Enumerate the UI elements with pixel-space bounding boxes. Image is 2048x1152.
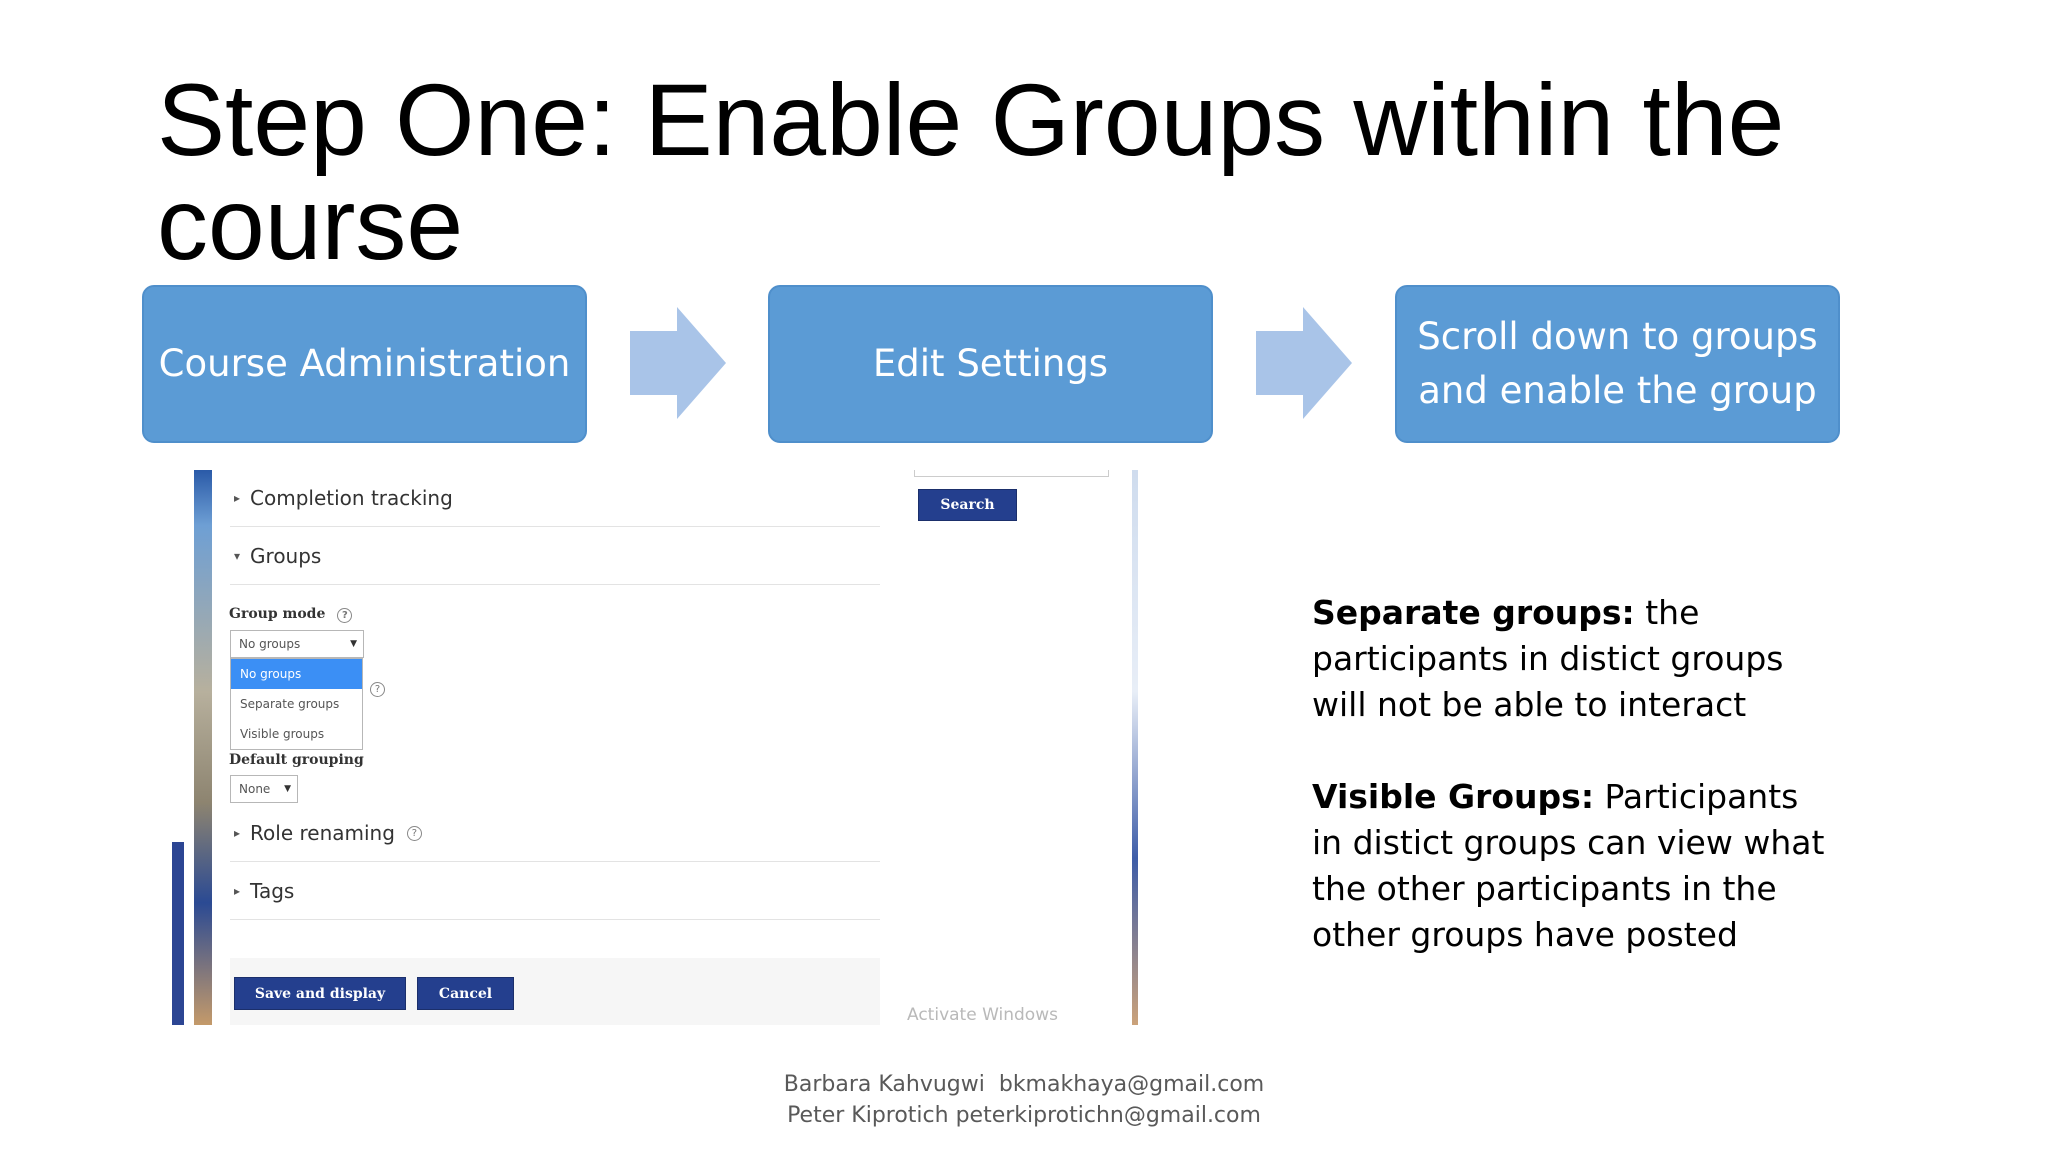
step-edit-settings: Edit Settings xyxy=(768,285,1213,443)
section-label: Completion tracking xyxy=(250,486,453,510)
section-role-renaming[interactable]: ▸ Role renaming ? xyxy=(230,805,880,862)
default-grouping-label: Default grouping xyxy=(229,752,364,768)
activate-windows-watermark: Activate Windows xyxy=(907,1005,1058,1025)
help-circle-icon[interactable]: ? xyxy=(370,682,385,697)
help-circle-icon[interactable]: ? xyxy=(337,608,353,623)
right-arrow-icon xyxy=(1256,307,1352,419)
option-no-groups[interactable]: No groups xyxy=(231,659,362,689)
help-circle-icon[interactable]: ? xyxy=(406,825,422,841)
cancel-button[interactable]: Cancel xyxy=(417,977,514,1010)
triangle-right-icon: ▸ xyxy=(234,884,241,898)
chevron-down-icon: ▼ xyxy=(350,639,357,649)
step-course-administration: Course Administration xyxy=(142,285,587,443)
visible-groups-description: Visible Groups: Participants in distict … xyxy=(1312,777,1825,954)
option-separate-groups[interactable]: Separate groups xyxy=(231,689,362,719)
author-line: Barbara Kahvugwi bkmakhaya@gmail.com xyxy=(783,1072,1265,1097)
section-label: Tags xyxy=(250,879,295,903)
moodle-settings-screenshot: Search ▸ Completion tracking ▾ Groups Gr… xyxy=(172,470,1140,1025)
group-mode-select[interactable]: No groups ▼ xyxy=(230,630,364,658)
default-grouping-select[interactable]: None ▼ xyxy=(230,775,298,803)
section-groups[interactable]: ▾ Groups xyxy=(230,528,880,585)
author-credits: Barbara Kahvugwi bkmakhaya@gmail.com Pet… xyxy=(0,1069,2048,1131)
triangle-right-icon: ▸ xyxy=(234,826,241,840)
group-mode-label: Group mode? xyxy=(229,606,353,623)
step-scroll-to-groups: Scroll down to groups and enable the gro… xyxy=(1395,285,1840,443)
group-mode-dropdown: No groups Separate groups Visible groups xyxy=(230,658,363,750)
option-visible-groups[interactable]: Visible groups xyxy=(231,719,362,749)
right-arrow-icon xyxy=(630,307,726,419)
section-label: Groups xyxy=(250,544,322,568)
section-label: Role renaming xyxy=(250,821,395,845)
triangle-right-icon: ▸ xyxy=(234,491,241,505)
section-tags[interactable]: ▸ Tags xyxy=(230,863,880,920)
search-button[interactable]: Search xyxy=(918,489,1017,521)
slide-title: Step One: Enable Groups within the cours… xyxy=(157,63,1785,281)
search-input[interactable] xyxy=(914,470,1109,477)
background-image-strip xyxy=(1132,470,1138,1025)
section-completion-tracking[interactable]: ▸ Completion tracking xyxy=(230,470,880,527)
author-line: Peter Kiprotich peterkiprotichn@gmail.co… xyxy=(787,1103,1261,1128)
chevron-down-icon: ▼ xyxy=(284,784,291,794)
separate-groups-description: Separate groups: the participants in dis… xyxy=(1312,593,1784,724)
save-and-display-button[interactable]: Save and display xyxy=(234,977,406,1010)
triangle-down-icon: ▾ xyxy=(234,549,241,563)
group-mode-descriptions: Separate groups: the participants in dis… xyxy=(1312,590,1832,958)
